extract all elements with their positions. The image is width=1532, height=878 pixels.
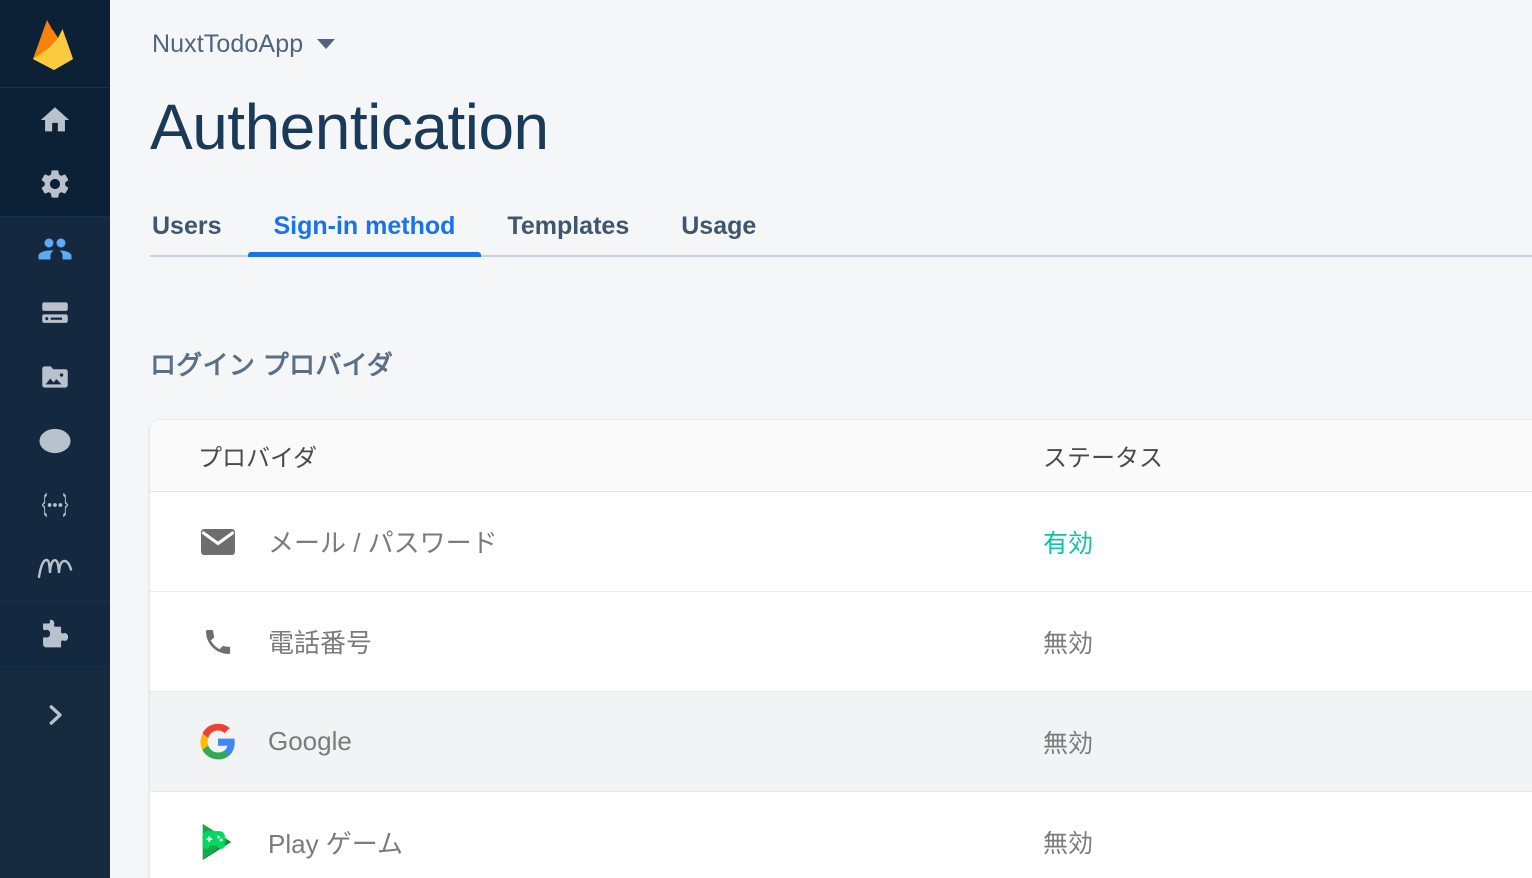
status-badge: 無効 [1043,830,1094,859]
firebase-flame-icon [33,19,73,70]
main-content: NuxtTodoApp Authentication Users Sign-in… [110,0,1532,878]
status-cell: 無効 [1043,824,1532,860]
firebase-console: NuxtTodoApp Authentication Users Sign-in… [0,0,1532,878]
photo-folder-icon [42,366,68,388]
sign-in-providers-table: プロバイダ ステータス メール / パスワード 有効 電話番号 無効 Googl… [150,420,1532,878]
sidebar-group-build [0,217,110,602]
envelope-icon [198,522,238,562]
provider-label: Play ゲーム [268,828,404,859]
home-icon [40,107,70,132]
table-row[interactable]: メール / パスワード 有効 [150,492,1532,593]
status-badge: 無効 [1043,629,1094,658]
table-row[interactable]: 電話番号 無効 [150,592,1532,693]
provider-cell: Google [198,722,1043,762]
tab-sign-in-method[interactable]: Sign-in method [247,212,482,258]
tab-templates[interactable]: Templates [481,212,655,257]
globe-icon [39,428,71,454]
project-switcher[interactable]: NuxtTodoApp [152,29,336,59]
tab-usage[interactable]: Usage [655,212,782,257]
sidebar-item-storage[interactable] [0,345,110,409]
provider-label: Google [268,726,352,757]
provider-cell: 電話番号 [198,622,1043,662]
provider-cell: Play ゲーム [198,822,1043,862]
sidebar-item-project-settings[interactable] [0,152,110,216]
top-bar: NuxtTodoApp [110,0,1532,88]
status-cell: 無効 [1043,624,1532,660]
people-icon [38,238,72,260]
sidebar-group-extensions [0,602,110,667]
tab-bar: Users Sign-in method Templates Usage [110,195,1532,258]
column-header-provider: プロバイダ [198,438,1043,473]
puzzle-piece-icon [43,619,69,648]
table-header-row: プロバイダ ステータス [150,420,1532,493]
column-header-status: ステータス [1043,438,1532,473]
table-row[interactable]: Google 無効 [150,692,1532,793]
left-nav-sidebar [0,0,110,878]
status-badge: 無効 [1043,729,1094,758]
sidebar-item-hosting[interactable] [0,409,110,473]
section-title: ログイン プロバイダ [150,350,394,381]
sidebar-item-extensions[interactable] [0,602,110,666]
sidebar-item-home[interactable] [0,88,110,152]
sidebar-group-overview [0,88,110,217]
provider-label: メール / パスワード [268,528,498,559]
provider-cell: メール / パスワード [198,522,1043,562]
sidebar-expand-button[interactable] [0,667,110,763]
sidebar-item-ml-kit[interactable] [0,537,110,601]
tab-users[interactable]: Users [150,212,248,257]
gear-icon [41,170,69,198]
project-name: NuxtTodoApp [152,29,304,58]
chevron-right-icon [49,705,62,725]
database-icon [42,302,68,323]
page-title: Authentication [150,91,549,163]
provider-header-label: プロバイダ [198,445,318,473]
status-cell: 有効 [1043,524,1532,560]
sidebar-item-functions[interactable] [0,473,110,537]
sidebar-item-database[interactable] [0,281,110,345]
ml-kit-icon [37,558,73,579]
play-games-icon [198,822,238,862]
status-badge: 有効 [1043,529,1094,558]
status-header-label: ステータス [1043,445,1163,473]
provider-label: 電話番号 [268,628,373,659]
status-cell: 無効 [1043,724,1532,760]
chevron-down-icon [317,39,336,49]
table-row[interactable]: Play ゲーム 無効 [150,792,1532,878]
sidebar-item-authentication[interactable] [0,217,110,281]
phone-icon [198,622,238,662]
braces-dots-icon [41,492,69,518]
google-logo-icon [198,722,238,762]
firebase-logo[interactable] [0,0,110,88]
